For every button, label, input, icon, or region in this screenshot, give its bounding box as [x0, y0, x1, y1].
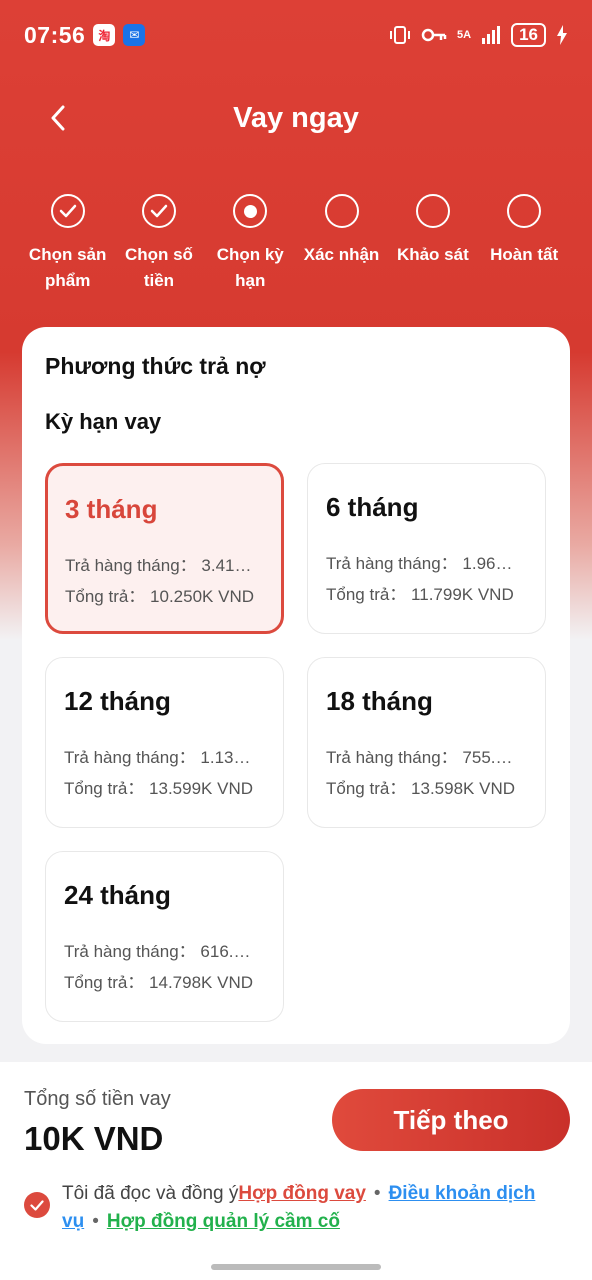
monthly-payment: Trả hàng tháng： 1.13… [64, 748, 251, 767]
battery-level: 16 [511, 23, 546, 47]
agree-prefix: Tôi đã đọc và đồng ý [62, 1183, 239, 1204]
total-payment: Tổng trả： 11.799K VND [326, 585, 514, 604]
term-label: 6 tháng [326, 492, 419, 522]
total-payment: Tổng trả： 13.598K VND [326, 779, 515, 798]
step-choose-term: Chọn kỳ hạn [205, 194, 296, 294]
term-option-6-months[interactable]: 6 tháng Trả hàng tháng： 1.96… Tổng trả： … [307, 463, 546, 634]
term-label: 12 tháng [64, 686, 171, 716]
messenger-app-icon: ✉ [123, 24, 146, 46]
check-icon [150, 204, 168, 218]
progress-stepper: Chọn sản phẩm Chọn số tiền Chọn kỳ hạn X… [22, 194, 570, 294]
loan-term-title: Kỳ hạn vay [45, 409, 162, 434]
network-type: 5A [457, 29, 472, 41]
step-done-indicator [50, 194, 85, 228]
loan-contract-link[interactable]: Hợp đồng vay [238, 1183, 366, 1204]
key-icon [421, 28, 447, 42]
total-loan-label: Tổng số tiền vay [24, 1088, 171, 1110]
term-option-3-months[interactable]: 3 tháng Trả hàng tháng： 3.41… Tổng trả： … [45, 463, 284, 634]
current-dot [243, 204, 257, 218]
check-icon [59, 204, 76, 218]
home-indicator[interactable] [211, 1264, 381, 1270]
step-todo-indicator [415, 194, 450, 228]
step-choose-amount: Chọn số tiền [113, 194, 204, 294]
monthly-payment: Trả hàng tháng： 755.… [326, 748, 513, 767]
term-label: 18 tháng [326, 686, 433, 716]
step-label: Khảo sát [396, 245, 469, 264]
step-todo-indicator [324, 194, 359, 228]
term-option-24-months[interactable]: 24 tháng Trả hàng tháng： 616.… Tổng trả：… [45, 851, 284, 1022]
section-title: Phương thức trả nợ [45, 353, 266, 379]
monthly-payment: Trả hàng tháng： 3.41… [65, 556, 252, 575]
back-button[interactable] [40, 100, 76, 136]
step-current-indicator [233, 194, 268, 228]
monthly-payment: Trả hàng tháng： 616.… [64, 942, 251, 961]
step-choose-product: Chọn sản phẩm [22, 194, 113, 294]
app-header: Vay ngay [0, 90, 592, 146]
step-done-indicator [141, 194, 176, 228]
step-label: Chọn số tiền [124, 245, 193, 290]
page-title: Vay ngay [233, 101, 359, 134]
agreement-text: Tôi đã đọc và đồng ýHợp đồng vay • Điều kh… [62, 1180, 570, 1236]
signal-icon [482, 26, 501, 44]
separator: • [92, 1211, 99, 1232]
step-label: Chọn kỳ hạn [216, 245, 284, 290]
total-payment: Tổng trả： 10.250K VND [65, 587, 254, 606]
back-arrow-icon [51, 105, 65, 131]
vibrate-icon [390, 26, 411, 44]
agree-checkbox[interactable] [24, 1192, 50, 1218]
total-loan-value: 10K VND [24, 1120, 164, 1157]
monthly-payment: Trả hàng tháng： 1.96… [326, 554, 513, 573]
term-option-18-months[interactable]: 18 tháng Trả hàng tháng： 755.… Tổng trả：… [307, 657, 546, 828]
term-label: 24 tháng [64, 880, 171, 910]
bottom-bar: Tổng số tiền vay 10K VND Tiếp theo Tôi đ… [0, 1062, 592, 1280]
step-label: Hoàn tất [490, 245, 559, 264]
step-complete: Hoàn tất [478, 194, 569, 294]
status-bar: 07:56 淘 ✉ 5A 16 [0, 0, 592, 70]
repayment-card: Phương thức trả nợ Kỳ hạn vay 3 tháng Tr… [22, 327, 570, 1044]
term-option-12-months[interactable]: 12 tháng Trả hàng tháng： 1.13… Tổng trả：… [45, 657, 284, 828]
step-survey: Khảo sát [387, 194, 478, 294]
total-payment: Tổng trả： 14.798K VND [64, 973, 253, 992]
term-label: 3 tháng [65, 494, 158, 524]
next-button[interactable]: Tiếp theo [332, 1089, 570, 1151]
shopping-app-icon: 淘 [93, 24, 116, 46]
check-icon [30, 1199, 44, 1211]
status-time: 07:56 [24, 21, 86, 48]
pawn-contract-link[interactable]: Hợp đồng quản lý cầm cố [107, 1211, 340, 1232]
step-label: Xác nhận [303, 245, 380, 264]
step-label: Chọn sản phẩm [28, 245, 107, 290]
charging-icon [557, 25, 567, 45]
step-todo-indicator [507, 194, 542, 228]
total-payment: Tổng trả： 13.599K VND [64, 779, 253, 798]
step-confirm: Xác nhận [296, 194, 387, 294]
separator: • [373, 1183, 381, 1204]
